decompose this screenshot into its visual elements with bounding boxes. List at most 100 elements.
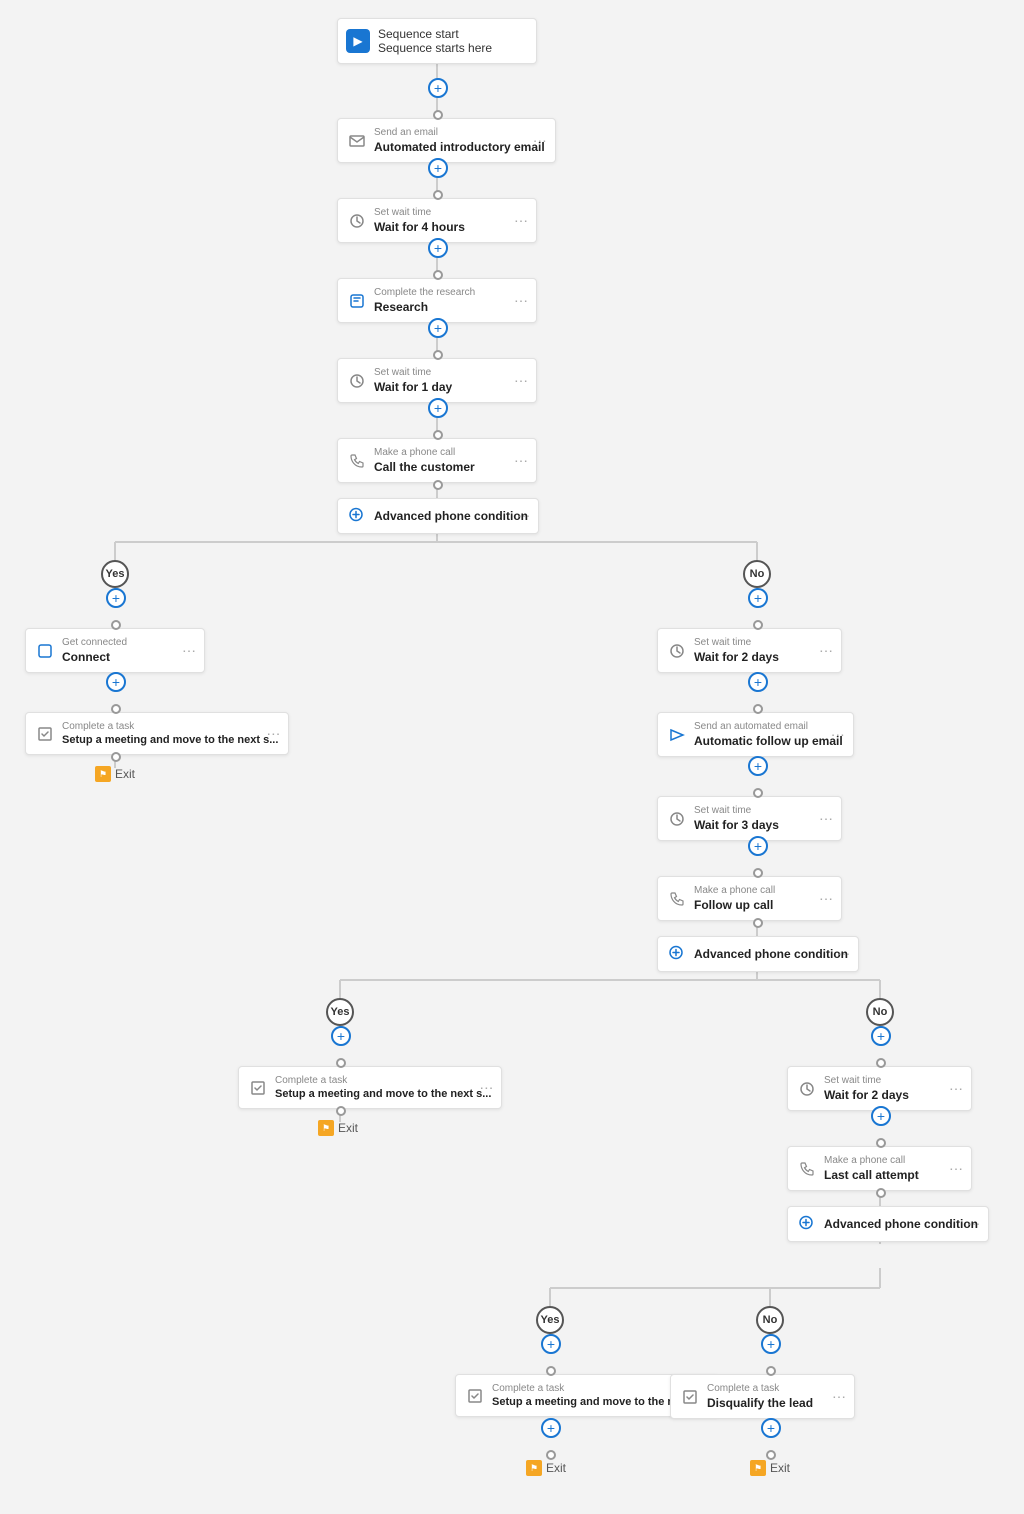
task-dot-1: [111, 752, 121, 762]
connect-title: Connect: [62, 650, 194, 664]
wait4-plus[interactable]: +: [748, 836, 768, 856]
research-node[interactable]: Complete the research Research ⋯: [337, 278, 537, 323]
phone-call-node-2[interactable]: Make a phone call Follow up call ⋯: [657, 876, 842, 921]
add-step-btn-2[interactable]: +: [428, 158, 448, 178]
research-icon: [348, 292, 366, 310]
task-label-1: Complete a task: [62, 721, 278, 732]
yes3-plus[interactable]: +: [541, 1334, 561, 1354]
auto-email-title-2: Automatic follow up email: [694, 734, 843, 748]
condition-node-1[interactable]: Advanced phone condition ⋯: [337, 498, 539, 534]
wait5-dot: [876, 1138, 886, 1148]
phone-label-2: Make a phone call: [694, 885, 831, 896]
task-icon-2: [249, 1079, 267, 1097]
yes2-plus[interactable]: +: [331, 1026, 351, 1046]
phone-menu-3[interactable]: ⋯: [949, 1160, 963, 1177]
add-step-btn-5[interactable]: +: [428, 398, 448, 418]
yes-label-1: Yes: [101, 560, 129, 588]
condition-node-2[interactable]: Advanced phone condition ⋯: [657, 936, 859, 972]
wait-node-2[interactable]: Set wait time Wait for 1 day ⋯: [337, 358, 537, 403]
no-label-1: No: [743, 560, 771, 588]
task3-plus[interactable]: +: [541, 1418, 561, 1438]
no3-dot: [766, 1366, 776, 1376]
phone-menu-1[interactable]: ⋯: [514, 452, 528, 469]
condition-node-3[interactable]: Advanced phone condition ⋯: [787, 1206, 989, 1242]
phone-title-2: Follow up call: [694, 898, 831, 912]
wait-menu-3[interactable]: ⋯: [819, 642, 833, 659]
send-email-label: Send an email: [374, 127, 545, 138]
task4-plus[interactable]: +: [761, 1418, 781, 1438]
task-node-1[interactable]: Complete a task Setup a meeting and move…: [25, 712, 289, 755]
wait-node-1[interactable]: Set wait time Wait for 4 hours ⋯: [337, 198, 537, 243]
phone-call-node-3[interactable]: Make a phone call Last call attempt ⋯: [787, 1146, 972, 1191]
wait-title-4: Wait for 3 days: [694, 818, 831, 832]
wait-title-5: Wait for 2 days: [824, 1088, 961, 1102]
wait-label-4: Set wait time: [694, 805, 831, 816]
condition-menu-1[interactable]: ⋯: [518, 509, 530, 523]
no-label-3: No: [756, 1306, 784, 1334]
condition-menu-2[interactable]: ⋯: [838, 947, 850, 961]
connect-node[interactable]: Get connected Connect ⋯: [25, 628, 205, 673]
task-menu-1[interactable]: ⋯: [266, 725, 280, 742]
wait-node-5[interactable]: Set wait time Wait for 2 days ⋯: [787, 1066, 972, 1111]
auto-email2-plus[interactable]: +: [748, 756, 768, 776]
connector-dot-2: [433, 190, 443, 200]
wait-menu-2[interactable]: ⋯: [514, 372, 528, 389]
add-step-btn-4[interactable]: +: [428, 318, 448, 338]
task-icon-3: [466, 1387, 484, 1405]
condition-menu-3[interactable]: ⋯: [968, 1217, 980, 1231]
yes-label-2: Yes: [326, 998, 354, 1026]
wait-node-4[interactable]: Set wait time Wait for 3 days ⋯: [657, 796, 842, 841]
send-email-menu[interactable]: ⋯: [533, 132, 547, 149]
auto-email-label-2: Send an automated email: [694, 721, 843, 732]
connector-dot-6: [433, 480, 443, 490]
exit-node-2: ⚑ Exit: [318, 1120, 358, 1136]
research-label: Complete the research: [374, 287, 526, 298]
research-menu[interactable]: ⋯: [514, 292, 528, 309]
wait-title-1: Wait for 4 hours: [374, 220, 526, 234]
task-menu-2[interactable]: ⋯: [479, 1079, 493, 1096]
phone-call-node-1[interactable]: Make a phone call Call the customer ⋯: [337, 438, 537, 483]
condition-title-3: Advanced phone condition: [824, 1217, 978, 1231]
phone-icon-1: [348, 452, 366, 470]
email-icon: [348, 132, 366, 150]
sequence-start-node[interactable]: ▶ Sequence start Sequence starts here: [337, 18, 537, 64]
wait-menu-1[interactable]: ⋯: [514, 212, 528, 229]
task-label-2: Complete a task: [275, 1075, 491, 1086]
add-step-btn-3[interactable]: +: [428, 238, 448, 258]
exit-icon-3: ⚑: [526, 1460, 542, 1476]
connect-menu[interactable]: ⋯: [182, 642, 196, 659]
auto-email-node-2[interactable]: Send an automated email Automatic follow…: [657, 712, 854, 757]
wait3-plus[interactable]: +: [748, 672, 768, 692]
phone-label-1: Make a phone call: [374, 447, 526, 458]
phone-menu-2[interactable]: ⋯: [819, 890, 833, 907]
exit-label-1: Exit: [115, 767, 135, 781]
task-node-4[interactable]: Complete a task Disqualify the lead ⋯: [670, 1374, 855, 1419]
no2-plus[interactable]: +: [871, 1026, 891, 1046]
send-email-title: Automated introductory email: [374, 140, 545, 154]
connect-plus[interactable]: +: [106, 672, 126, 692]
yes2-dot: [336, 1058, 346, 1068]
task-node-2[interactable]: Complete a task Setup a meeting and move…: [238, 1066, 502, 1109]
wait-menu-5[interactable]: ⋯: [949, 1080, 963, 1097]
no3-plus[interactable]: +: [761, 1334, 781, 1354]
wait-title-2: Wait for 1 day: [374, 380, 526, 394]
connector-dot-3: [433, 270, 443, 280]
auto-email-icon-2: [668, 726, 686, 744]
exit-node-4: ⚑ Exit: [750, 1460, 790, 1476]
no-branch-plus-1[interactable]: +: [748, 588, 768, 608]
wait-menu-4[interactable]: ⋯: [819, 810, 833, 827]
yes-branch-plus-1[interactable]: +: [106, 588, 126, 608]
wait-icon-4: [668, 810, 686, 828]
send-email-node-1[interactable]: Send an email Automated introductory ema…: [337, 118, 556, 163]
add-step-btn-1[interactable]: +: [428, 78, 448, 98]
task-menu-4[interactable]: ⋯: [832, 1388, 846, 1405]
workflow-canvas: ▶ Sequence start Sequence starts here + …: [0, 0, 1024, 1514]
wait5-plus[interactable]: +: [871, 1106, 891, 1126]
connector-dot-1: [433, 110, 443, 120]
wait-icon-3: [668, 642, 686, 660]
exit-node-1: ⚑ Exit: [95, 766, 135, 782]
auto-email-menu-2[interactable]: ⋯: [831, 726, 845, 743]
no-branch-dot-1: [753, 620, 763, 630]
exit-icon-4: ⚑: [750, 1460, 766, 1476]
wait-node-3[interactable]: Set wait time Wait for 2 days ⋯: [657, 628, 842, 673]
